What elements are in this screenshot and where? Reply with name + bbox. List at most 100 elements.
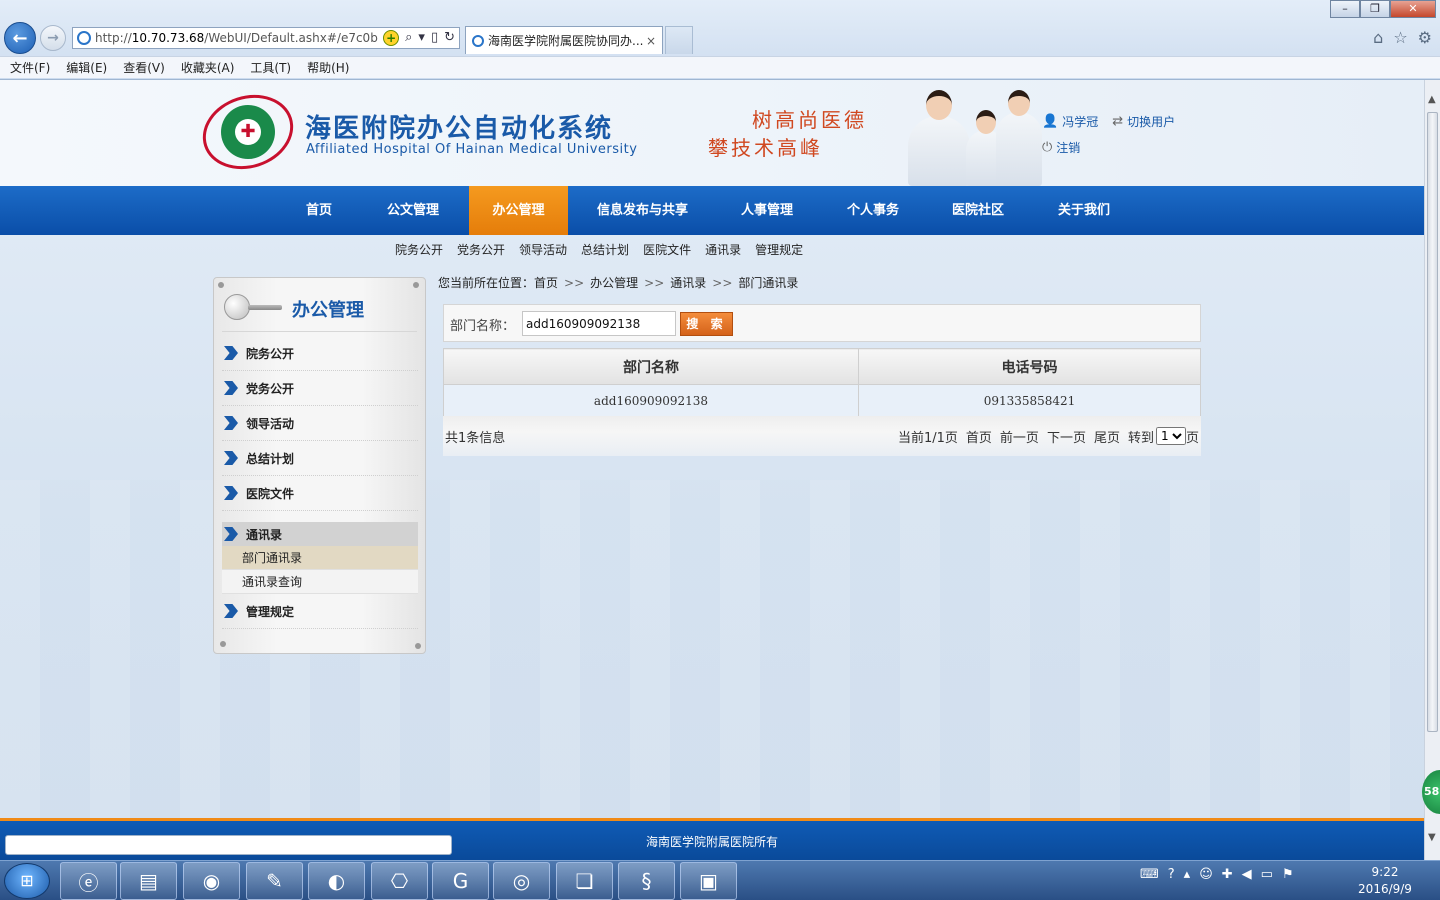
sidebar-item-files[interactable]: 医院文件 — [222, 476, 418, 511]
subnav-item[interactable]: 总结计划 — [581, 241, 629, 258]
last-page-link[interactable]: 尾页 — [1094, 427, 1120, 446]
address-bar[interactable]: http://10.70.73.68/WebUI/Default.ashx#/e… — [72, 27, 460, 49]
refresh-icon[interactable]: ↻ — [444, 30, 455, 46]
explorer-icon[interactable]: ▤ — [120, 862, 177, 900]
nav-home[interactable]: 首页 — [285, 186, 353, 235]
python-doc-icon[interactable]: ❏ — [556, 862, 613, 900]
pdf-icon[interactable]: ⎔ — [371, 862, 428, 900]
nav-about[interactable]: 关于我们 — [1043, 186, 1125, 235]
page-select[interactable]: 1 — [1155, 427, 1186, 445]
qq-icon[interactable]: ☺ — [1199, 867, 1213, 882]
menu-view[interactable]: 查看(V) — [123, 59, 165, 76]
help-icon[interactable]: ? — [1168, 867, 1175, 882]
sidebar-item-contacts[interactable]: 通讯录 — [222, 522, 418, 546]
cell-phone: 091335858421 — [858, 384, 1201, 417]
nav-personal[interactable]: 个人事务 — [832, 186, 914, 235]
nav-hr[interactable]: 人事管理 — [725, 186, 809, 235]
sidebar-item-label: 院务公开 — [246, 346, 295, 361]
volume-icon[interactable]: ◀ — [1242, 867, 1252, 882]
subnav-item[interactable]: 院务公开 — [395, 241, 443, 258]
motto-line-1: 树高尚医德 — [752, 108, 867, 132]
ie-icon[interactable]: ⓔ — [60, 862, 117, 900]
sidebar-item-rules[interactable]: 管理规定 — [222, 594, 418, 629]
scroll-down-icon[interactable]: ▼ — [1428, 832, 1436, 843]
subnav-item[interactable]: 领导活动 — [519, 241, 567, 258]
scrollbar-thumb[interactable] — [1427, 112, 1438, 732]
breadcrumb-prefix: 您当前所在位置： — [438, 276, 535, 290]
arrow-icon — [224, 604, 238, 618]
new-tab-button[interactable] — [665, 26, 693, 54]
dept-name-input[interactable] — [522, 311, 676, 336]
doctors-illustration — [898, 86, 1048, 186]
subnav-item[interactable]: 党务公开 — [457, 241, 505, 258]
menu-tools[interactable]: 工具(T) — [250, 59, 291, 76]
nav-info-share[interactable]: 信息发布与共享 — [585, 186, 700, 235]
breadcrumb-home[interactable]: 首页 — [534, 276, 558, 290]
search-icon[interactable]: ⌕ — [405, 30, 412, 46]
favorites-star-icon[interactable]: ☆ — [1393, 28, 1407, 47]
user-name-link[interactable]: 冯学冠 — [1062, 113, 1098, 130]
sidebar-subitem-contact-search[interactable]: 通讯录查询 — [222, 570, 418, 594]
nav-documents[interactable]: 公文管理 — [370, 186, 456, 235]
firefox-icon[interactable]: ◐ — [308, 862, 365, 900]
breadcrumb-contacts[interactable]: 通讯录 — [670, 276, 706, 290]
menu-edit[interactable]: 编辑(E) — [66, 59, 107, 76]
web-page: ✚ 海医附院办公自动化系统 Affiliated Hospital Of Hai… — [0, 80, 1424, 819]
next-page-link[interactable]: 下一页 — [1047, 427, 1086, 446]
sidebar-title: 办公管理 — [292, 300, 364, 321]
sidebar-item-label: 领导活动 — [246, 416, 295, 431]
page-scrollbar[interactable]: ▲ ▼ — [1424, 80, 1440, 860]
foxit-icon[interactable]: G — [432, 862, 489, 900]
tray-arrow-icon[interactable]: ▴ — [1184, 867, 1191, 882]
clock[interactable]: 9:22 2016/9/9 — [1352, 864, 1418, 898]
sidebar-item-affairs[interactable]: 院务公开 — [222, 336, 418, 371]
home-icon[interactable]: ⌂ — [1373, 28, 1383, 47]
subnav-item[interactable]: 医院文件 — [643, 241, 691, 258]
first-page-link[interactable]: 首页 — [966, 427, 992, 446]
menu-file[interactable]: 文件(F) — [10, 59, 50, 76]
settings-gear-icon[interactable]: ⚙ — [1418, 28, 1432, 47]
menu-favorites[interactable]: 收藏夹(A) — [181, 59, 235, 76]
sidebar-item-plans[interactable]: 总结计划 — [222, 441, 418, 476]
logout-link[interactable]: 注销 — [1056, 139, 1080, 156]
start-button[interactable]: ⊞ — [4, 863, 50, 899]
sidebar-item-party[interactable]: 党务公开 — [222, 371, 418, 406]
switch-user-link[interactable]: 切换用户 — [1127, 113, 1175, 130]
sidebar-subitem-dept-contacts[interactable]: 部门通讯录 — [222, 546, 418, 570]
compat-view-icon[interactable]: ▯ — [431, 30, 438, 46]
url-path: /WebUI/Default.ashx#/e7c0b — [204, 31, 378, 45]
hospital-logo[interactable]: ✚ — [193, 83, 303, 181]
prev-page-link[interactable]: 前一页 — [1000, 427, 1039, 446]
minimize-button[interactable]: – — [1330, 0, 1360, 18]
breadcrumb-office[interactable]: 办公管理 — [590, 276, 638, 290]
window-icon[interactable]: ▣ — [680, 862, 737, 900]
app-icon[interactable]: ◎ — [493, 862, 550, 900]
scroll-up-icon[interactable]: ▲ — [1428, 94, 1436, 105]
tab-close-icon[interactable]: × — [646, 34, 656, 48]
goto-label: 转到 — [1127, 430, 1154, 446]
sidebar-item-leaders[interactable]: 领导活动 — [222, 406, 418, 441]
search-label: 部门名称： — [450, 319, 516, 334]
flag-icon[interactable]: ⚑ — [1282, 867, 1294, 882]
python-icon[interactable]: § — [618, 862, 675, 900]
subnav-item[interactable]: 管理规定 — [755, 241, 803, 258]
back-button[interactable]: ← — [4, 22, 36, 54]
network-icon[interactable]: ▭ — [1261, 867, 1273, 882]
security-icon[interactable]: ✚ — [1222, 867, 1233, 882]
subnav-item[interactable]: 通讯录 — [705, 241, 741, 258]
nav-office[interactable]: 办公管理 — [469, 186, 568, 235]
nav-community[interactable]: 医院社区 — [937, 186, 1019, 235]
dropdown-icon[interactable]: ▾ — [418, 30, 425, 46]
browser-tab[interactable]: 海南医学院附属医院协同办... × — [465, 26, 663, 54]
taskbar: ⊞ ⓔ ▤ ◉ ✎ ◐ ⎔ G ◎ ❏ § ▣ ⌨ ? ▴ ☺ ✚ ◀ ▭ ⚑ … — [0, 860, 1440, 900]
maximize-button[interactable]: ❐ — [1360, 0, 1390, 18]
table-row[interactable]: add160909092138 091335858421 — [443, 384, 1201, 417]
menu-help[interactable]: 帮助(H) — [307, 59, 349, 76]
search-button[interactable]: 搜 索 — [680, 312, 733, 336]
forward-button[interactable]: → — [40, 25, 66, 51]
keyboard-icon[interactable]: ⌨ — [1140, 867, 1159, 882]
close-window-button[interactable]: ✕ — [1390, 0, 1436, 18]
compatibility-icon[interactable]: + — [383, 30, 400, 46]
chrome-icon[interactable]: ◉ — [183, 862, 240, 900]
notepad-icon[interactable]: ✎ — [246, 862, 303, 900]
